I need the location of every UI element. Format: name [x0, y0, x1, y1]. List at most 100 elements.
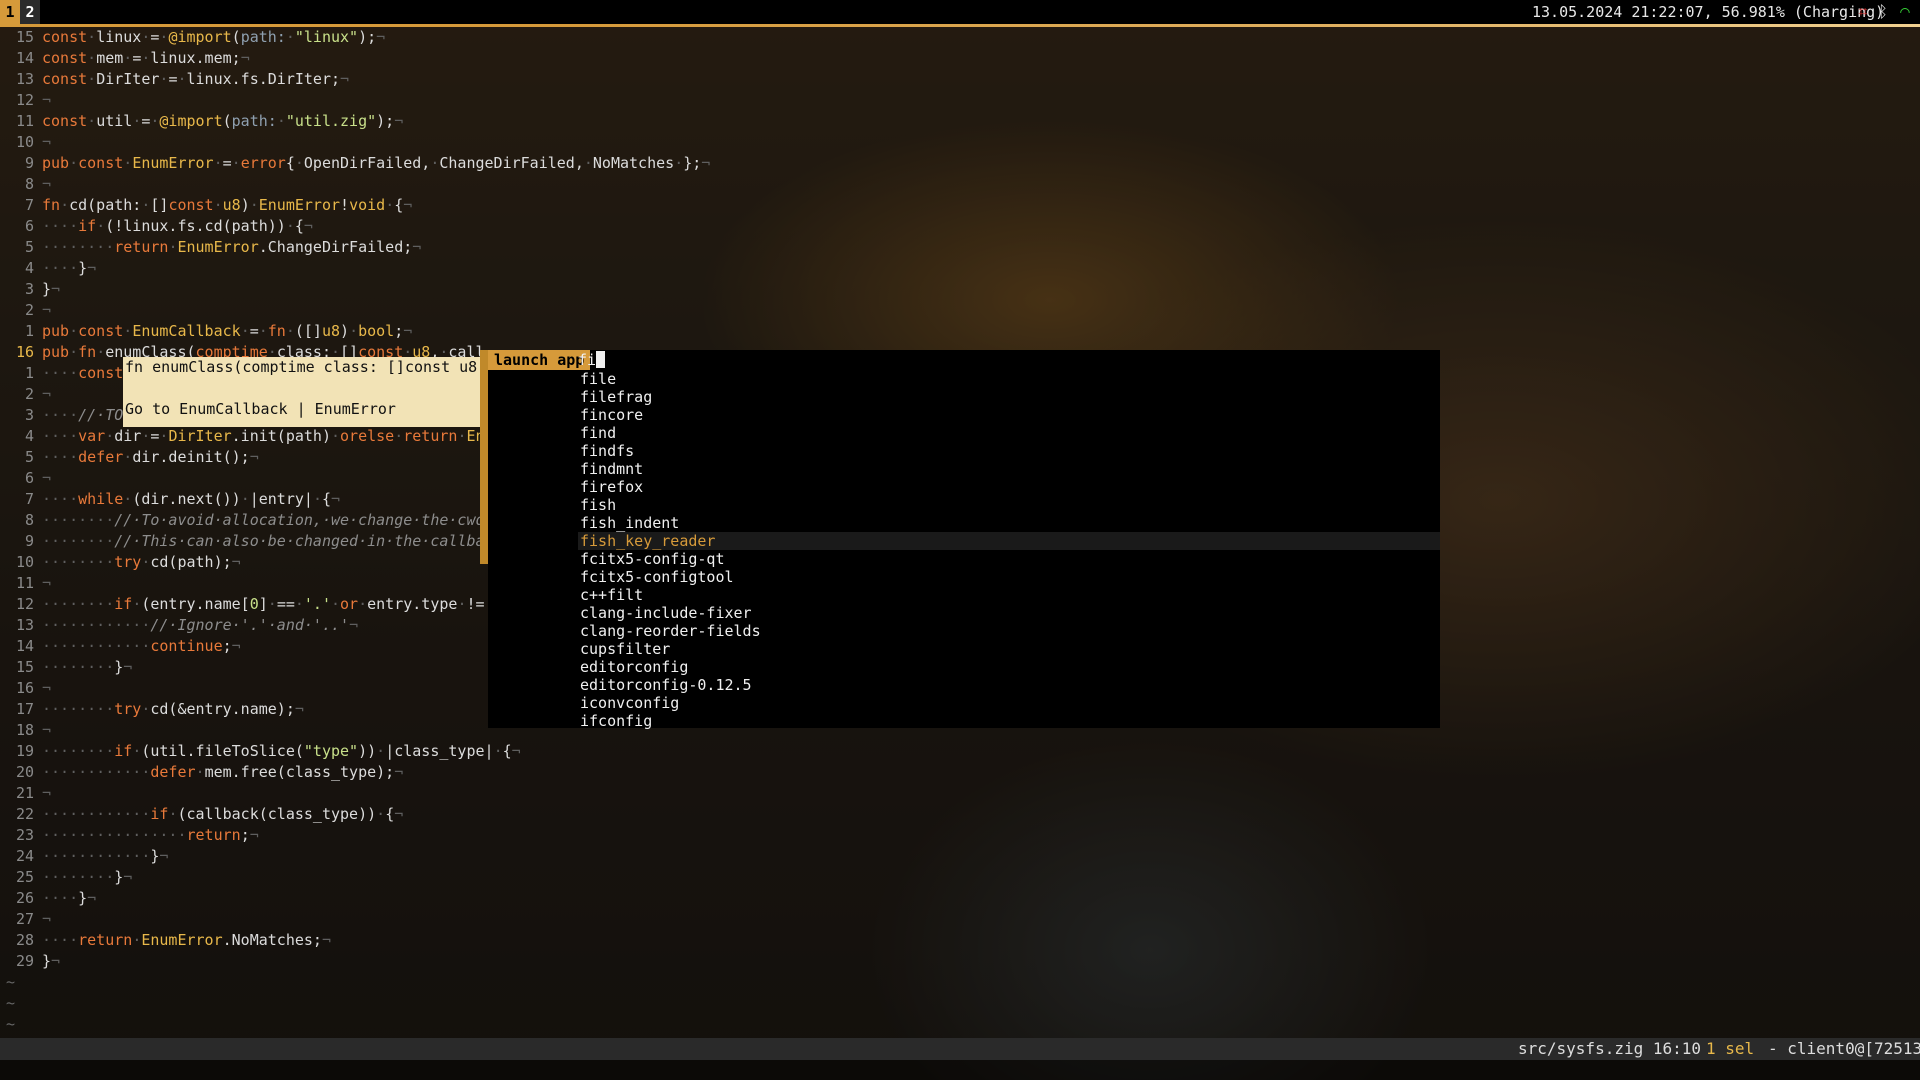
doc-goto-link[interactable]: Go to EnumCallback | EnumError	[125, 399, 396, 420]
network-icon[interactable]: ⌗	[1854, 3, 1872, 21]
launcher-result-item[interactable]: clang-include-fixer	[578, 604, 1440, 622]
launcher-result-item[interactable]: fish_indent	[578, 514, 1440, 532]
line-number: 5	[24, 448, 34, 466]
code-line[interactable]: 25 ········}¬	[0, 867, 132, 888]
line-code: ············//·Ignore·'.'·and·'..'¬	[42, 616, 359, 634]
line-code: const·DirIter·=·linux.fs.DirIter;¬	[42, 70, 350, 88]
code-line[interactable]: 10 ········try·cd(path);¬	[0, 552, 241, 573]
code-line[interactable]: 11 const·util·=·@import(path:·"util.zig")…	[0, 111, 403, 132]
code-line[interactable]: 7 ····while·(dir.next())·|entry|·{¬	[0, 489, 340, 510]
line-code: ¬	[42, 679, 52, 697]
code-line[interactable]: 11 ¬	[0, 573, 51, 594]
launcher-result-item[interactable]: firefox	[578, 478, 1440, 496]
line-code: ¬	[42, 301, 52, 319]
wifi-icon[interactable]: ◠	[1896, 3, 1914, 21]
launcher-result-item[interactable]: ifconfig	[578, 712, 1440, 730]
code-line[interactable]: 29}¬	[0, 951, 60, 972]
code-line[interactable]: 8 ········//·To·avoid·allocation,·we·chan…	[0, 510, 485, 531]
code-line[interactable]: 14 const·mem·=·linux.mem;¬	[0, 48, 250, 69]
line-number: 16	[15, 343, 34, 361]
line-number: 2	[24, 385, 34, 403]
line-number: 7	[24, 196, 34, 214]
code-line[interactable]: 13 ············//·Ignore·'.'·and·'..'¬	[0, 615, 358, 636]
workspace-2-button[interactable]: 2	[20, 0, 40, 24]
code-line[interactable]: 9 pub·const·EnumError·=·error{·OpenDirFai…	[0, 153, 710, 174]
code-line[interactable]: 1 ····const	[0, 363, 123, 384]
code-line[interactable]: 4 ····var·dir·=·DirIter.init(path)·orelse…	[0, 426, 485, 447]
empty-line-marker: ~	[6, 994, 16, 1012]
code-line[interactable]: 21 ¬	[0, 783, 51, 804]
code-line[interactable]: 4 ····}¬	[0, 258, 96, 279]
code-line[interactable]: 13 const·DirIter·=·linux.fs.DirIter;¬	[0, 69, 349, 90]
code-line[interactable]: 28 ····return·EnumError.NoMatches;¬	[0, 930, 331, 951]
launcher-result-item[interactable]: findmnt	[578, 460, 1440, 478]
line-number: 21	[15, 784, 34, 802]
launcher-result-item[interactable]: fish	[578, 496, 1440, 514]
code-line[interactable]: 16 ¬	[0, 678, 51, 699]
code-line[interactable]: 22 ············if·(callback(class_type))·…	[0, 804, 403, 825]
doc-signature: fn enumClass(comptime class: []const u8,	[125, 358, 487, 376]
line-number: 9	[24, 154, 34, 172]
line-code: ····var·dir·=·DirIter.init(path)·orelse·…	[42, 427, 485, 445]
line-number: 3	[24, 406, 34, 424]
code-line[interactable]: 12 ········if·(entry.name[0]·==·'.'·or·en…	[0, 594, 485, 615]
code-line[interactable]: 5 ········return·EnumError.ChangeDirFaile…	[0, 237, 421, 258]
launcher-result-item[interactable]: editorconfig	[578, 658, 1440, 676]
launcher-result-item[interactable]: iconvconfig	[578, 694, 1440, 712]
code-line[interactable]: 6 ¬	[0, 468, 51, 489]
line-code: ········//·To·avoid·allocation,·we·chang…	[42, 511, 485, 529]
line-number: 6	[24, 469, 34, 487]
launcher-result-item[interactable]: cupsfilter	[578, 640, 1440, 658]
line-number: 13	[15, 616, 34, 634]
code-line[interactable]: 7 fn·cd(path:·[]const·u8)·EnumError!void·…	[0, 195, 412, 216]
launcher-result-item[interactable]: clang-reorder-fields	[578, 622, 1440, 640]
launcher-result-item[interactable]: fcitx5-config-qt	[578, 550, 1440, 568]
line-code: ············defer·mem.free(class_type);¬	[42, 763, 404, 781]
code-line[interactable]: 18 ¬	[0, 720, 51, 741]
line-number: 4	[24, 259, 34, 277]
code-line[interactable]: 19 ········if·(util.fileToSlice("type"))·…	[0, 741, 521, 762]
code-line[interactable]: 24 ············}¬	[0, 846, 169, 867]
app-launcher[interactable]: launch app fi file filefrag fincore find fin…	[488, 350, 1440, 730]
code-line[interactable]: 3}¬	[0, 279, 60, 300]
code-line[interactable]: 12 ¬	[0, 90, 51, 111]
code-line[interactable]: 6 ····if·(!linux.fs.cd(path))·{¬	[0, 216, 313, 237]
launcher-input[interactable]: fi	[578, 350, 606, 370]
line-code: ············}¬	[42, 847, 169, 865]
launcher-result-item[interactable]: fcitx5-configtool	[578, 568, 1440, 586]
code-line[interactable]: 26 ····}¬	[0, 888, 96, 909]
code-line[interactable]: 2 ¬	[0, 300, 51, 321]
code-line[interactable]: 14 ············continue;¬	[0, 636, 241, 657]
line-number: 20	[15, 763, 34, 781]
code-line[interactable]: 10 ¬	[0, 132, 51, 153]
code-line[interactable]: 2 ¬	[0, 384, 51, 405]
code-line[interactable]: 9 ········//·This·can·also·be·changed·in·…	[0, 531, 485, 552]
code-line[interactable]: 5 ····defer·dir.deinit();¬	[0, 447, 259, 468]
launcher-result-item[interactable]: find	[578, 424, 1440, 442]
top-bar: 1 2 13.05.2024 21:22:07, 56.981% (Chargi…	[0, 0, 1920, 24]
code-line[interactable]: 3 ····//·TO	[0, 405, 123, 426]
code-line[interactable]: 20 ············defer·mem.free(class_type)…	[0, 762, 403, 783]
launcher-result-item[interactable]: findfs	[578, 442, 1440, 460]
launcher-result-item[interactable]: file	[578, 370, 1440, 388]
launcher-result-item[interactable]: editorconfig-0.12.5	[578, 676, 1440, 694]
code-line[interactable]: 1 pub·const·EnumCallback·=·fn·([]u8)·bool…	[0, 321, 412, 342]
launcher-result-item[interactable]: c++filt	[578, 586, 1440, 604]
code-line[interactable]: 27 ¬	[0, 909, 51, 930]
line-code: }¬	[42, 952, 61, 970]
code-line[interactable]: 17 ········try·cd(&entry.name);¬	[0, 699, 304, 720]
launcher-result-item[interactable]: fish_key_reader	[578, 532, 1440, 550]
empty-line-marker: ~	[6, 1015, 16, 1033]
workspace-1-button[interactable]: 1	[0, 0, 20, 24]
line-code: ····while·(dir.next())·|entry|·{¬	[42, 490, 341, 508]
code-line[interactable]: 15 ········}¬	[0, 657, 132, 678]
code-line[interactable]: 15 const·linux·=·@import(path:·"linux");¬	[0, 27, 385, 48]
bluetooth-icon[interactable]: ᛒ	[1874, 3, 1892, 21]
line-code: ········if·(util.fileToSlice("type"))·|c…	[42, 742, 521, 760]
line-number: 18	[15, 721, 34, 739]
launcher-result-item[interactable]: filefrag	[578, 388, 1440, 406]
launcher-result-item[interactable]: fincore	[578, 406, 1440, 424]
code-line[interactable]: 23 ················return;¬	[0, 825, 259, 846]
line-code: ········return·EnumError.ChangeDirFailed…	[42, 238, 422, 256]
code-line[interactable]: 8 ¬	[0, 174, 51, 195]
